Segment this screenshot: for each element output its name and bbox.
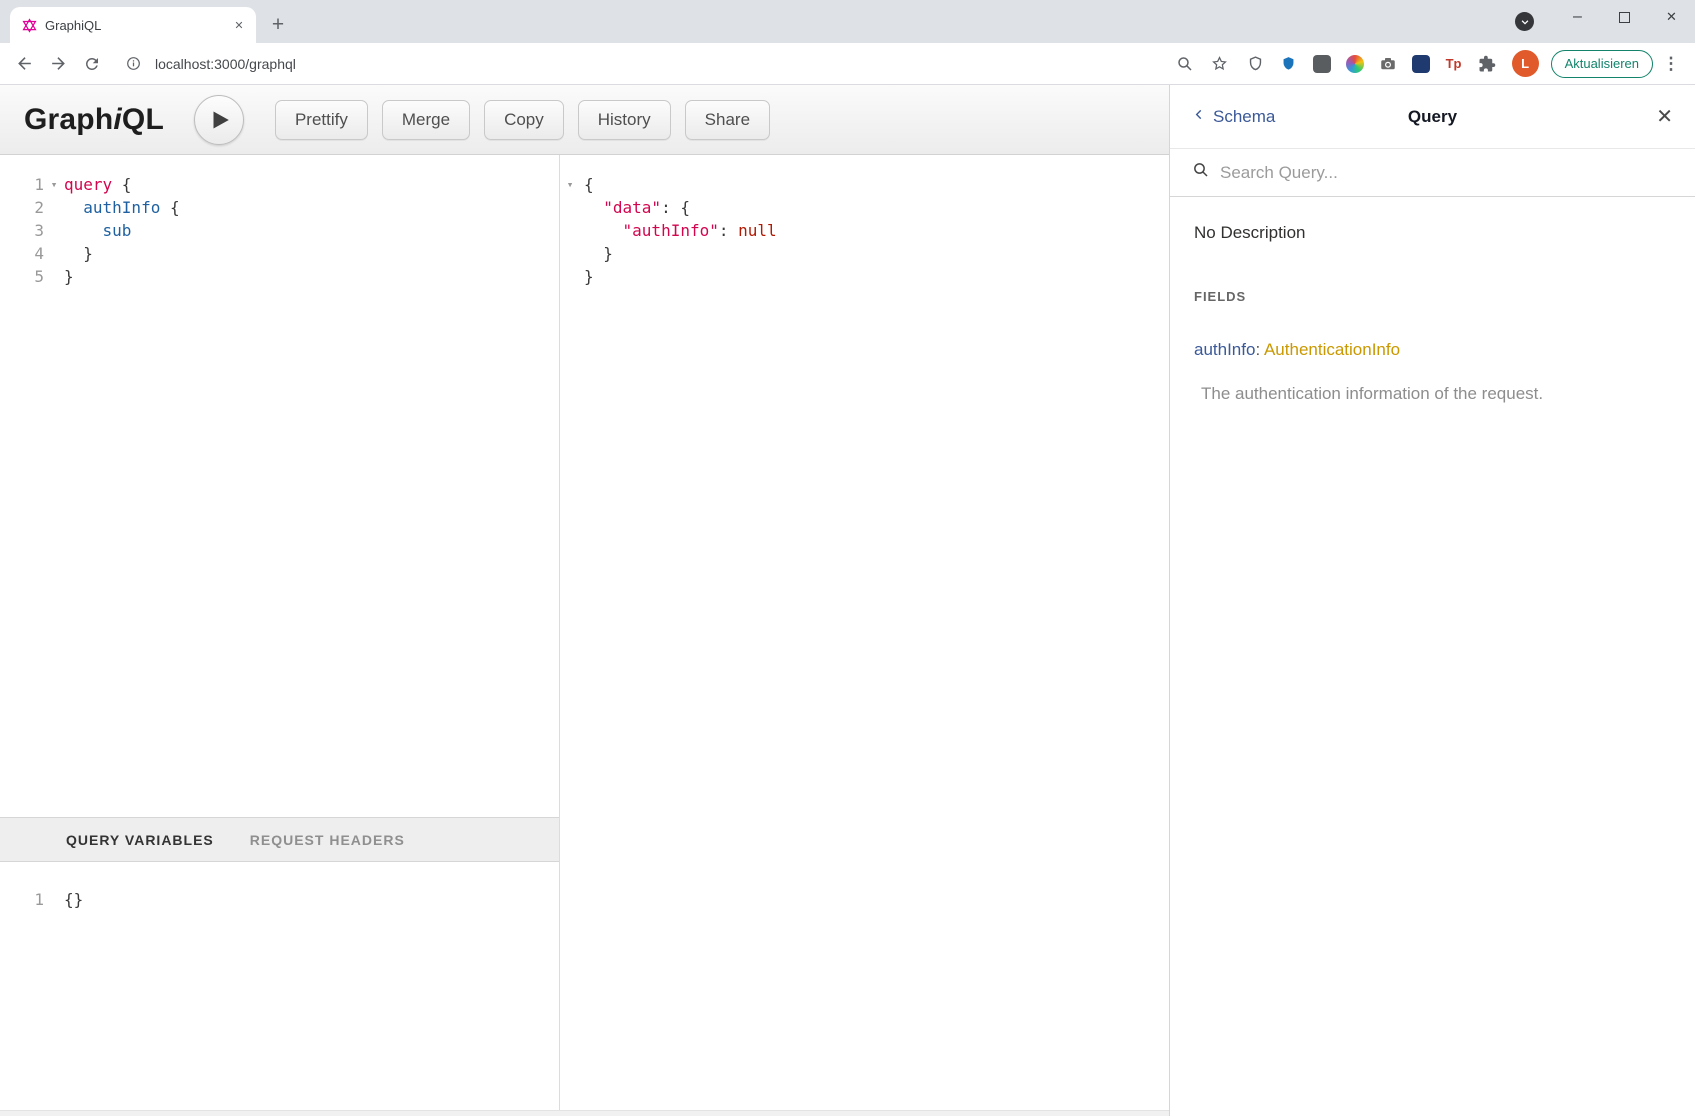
maximize-icon bbox=[1619, 12, 1630, 23]
extensions-puzzle-icon[interactable] bbox=[1476, 53, 1498, 75]
tab-request-headers[interactable]: REQUEST HEADERS bbox=[250, 832, 405, 848]
profile-avatar[interactable]: L bbox=[1512, 50, 1539, 77]
window-close-button[interactable]: ✕ bbox=[1648, 0, 1695, 34]
variables-editor[interactable]: 1 {} bbox=[0, 862, 559, 1110]
extension-navy-square-icon[interactable] bbox=[1410, 53, 1432, 75]
doc-search-bar bbox=[1170, 149, 1695, 197]
history-button[interactable]: History bbox=[578, 100, 671, 140]
extension-blue-shield-icon[interactable] bbox=[1278, 53, 1300, 75]
browser-address-bar: localhost:3000/graphql bbox=[0, 43, 1695, 85]
field-name-link[interactable]: authInfo bbox=[1194, 340, 1255, 359]
new-tab-button[interactable]: + bbox=[264, 11, 292, 39]
doc-no-description: No Description bbox=[1194, 223, 1671, 243]
extension-color-wheel-icon[interactable] bbox=[1344, 53, 1366, 75]
doc-field-entry: authInfo: AuthenticationInfo bbox=[1194, 340, 1671, 360]
doc-header: Schema Query ✕ bbox=[1170, 85, 1695, 149]
extension-shield-icon[interactable] bbox=[1245, 53, 1267, 75]
result-fold-arrow-icon[interactable]: ▾ bbox=[560, 173, 580, 196]
query-editor-pane: 1▾ 2 3 4 5 query { authInfo { sub } } bbox=[0, 155, 560, 1110]
result-viewer: { "data": { "authInfo": null } } bbox=[584, 173, 1169, 1110]
line-number-gutter: 1▾ 2 3 4 5 bbox=[0, 173, 64, 817]
search-icon bbox=[1192, 161, 1210, 184]
variables-header-bar: QUERY VARIABLES REQUEST HEADERS bbox=[0, 817, 559, 862]
field-type-link[interactable]: AuthenticationInfo bbox=[1264, 340, 1400, 359]
doc-back-link[interactable]: Schema bbox=[1192, 107, 1275, 127]
window-minimize-button[interactable]: – bbox=[1554, 0, 1601, 34]
doc-search-input[interactable] bbox=[1220, 163, 1673, 183]
browser-window: GraphiQL ✕ + – ✕ bbox=[0, 0, 1695, 1116]
extension-tampermonkey-icon[interactable]: Tp bbox=[1443, 53, 1465, 75]
browser-menu-icon[interactable]: ⋮ bbox=[1661, 54, 1681, 74]
query-editor-code[interactable]: query { authInfo { sub } } bbox=[64, 173, 559, 817]
horizontal-scrollbar[interactable] bbox=[0, 1110, 1169, 1116]
graphql-favicon-icon bbox=[22, 18, 37, 33]
update-button[interactable]: Aktualisieren bbox=[1551, 50, 1653, 78]
zoom-icon[interactable] bbox=[1172, 51, 1198, 77]
graphiql-app: GraphiQL Prettify Merge Copy History Sha… bbox=[0, 85, 1695, 1116]
browser-tab-strip: GraphiQL ✕ + – ✕ bbox=[0, 0, 1695, 43]
omnibox[interactable]: localhost:3000/graphql bbox=[110, 47, 1233, 81]
play-icon bbox=[212, 110, 230, 130]
tab-title: GraphiQL bbox=[45, 18, 222, 33]
copy-button[interactable]: Copy bbox=[484, 100, 564, 140]
tab-search-icon[interactable] bbox=[1515, 12, 1534, 31]
result-pane: ▾ { "data": { "authInfo": null } } bbox=[560, 155, 1169, 1110]
execute-button[interactable] bbox=[194, 95, 244, 145]
doc-close-icon[interactable]: ✕ bbox=[1656, 104, 1673, 129]
chevron-left-icon bbox=[1192, 107, 1206, 127]
browser-tab[interactable]: GraphiQL ✕ bbox=[10, 7, 256, 43]
tab-close-icon[interactable]: ✕ bbox=[230, 16, 248, 34]
doc-body: No Description FIELDS authInfo: Authenti… bbox=[1170, 197, 1695, 430]
merge-button[interactable]: Merge bbox=[382, 100, 470, 140]
extensions-area: Tp bbox=[1245, 53, 1498, 75]
page-info-icon[interactable] bbox=[120, 51, 146, 77]
reload-icon[interactable] bbox=[76, 48, 108, 80]
tab-query-variables[interactable]: QUERY VARIABLES bbox=[66, 832, 214, 848]
extension-dark-square-icon[interactable] bbox=[1311, 53, 1333, 75]
fold-arrow-icon[interactable]: ▾ bbox=[44, 173, 64, 196]
doc-fields-header: FIELDS bbox=[1194, 289, 1671, 304]
prettify-button[interactable]: Prettify bbox=[275, 100, 368, 140]
documentation-explorer: Schema Query ✕ No Description FIELDS aut… bbox=[1170, 85, 1695, 1116]
graphiql-logo: GraphiQL bbox=[24, 103, 164, 137]
url-text[interactable]: localhost:3000/graphql bbox=[155, 56, 296, 72]
tabstrip-controls: – ✕ bbox=[1515, 0, 1695, 43]
extension-camera-icon[interactable] bbox=[1377, 53, 1399, 75]
forward-icon[interactable] bbox=[42, 48, 74, 80]
graphiql-toolbar: GraphiQL Prettify Merge Copy History Sha… bbox=[0, 85, 1169, 155]
bookmark-star-icon[interactable] bbox=[1207, 51, 1233, 77]
back-icon[interactable] bbox=[8, 48, 40, 80]
field-description: The authentication information of the re… bbox=[1194, 384, 1671, 404]
share-button[interactable]: Share bbox=[685, 100, 770, 140]
window-maximize-button[interactable] bbox=[1601, 0, 1648, 34]
